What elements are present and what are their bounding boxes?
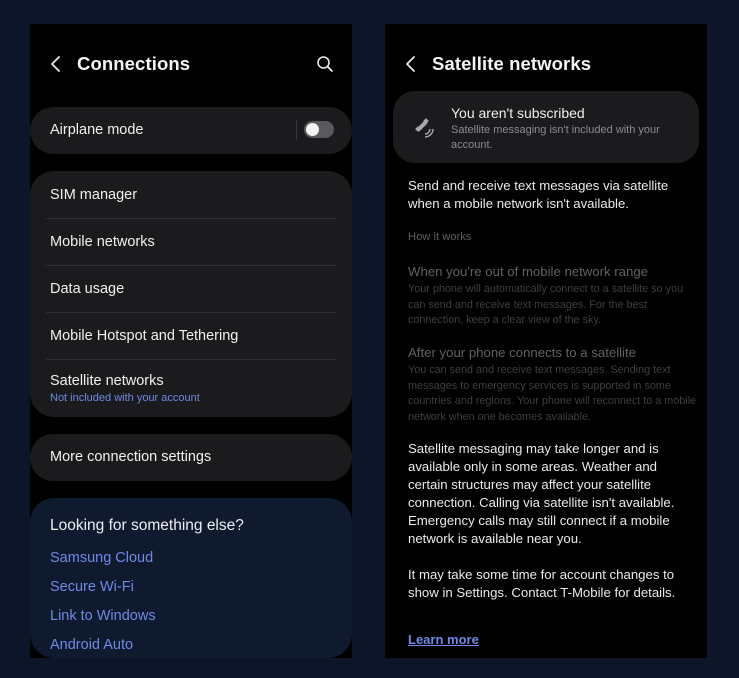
menu-item-satellite-networks[interactable]: Satellite networks Not included with you… [50,373,336,404]
airplane-mode-toggle[interactable] [304,121,334,138]
page-title: Satellite networks [432,53,592,74]
menu-item-hotspot-tethering[interactable]: Mobile Hotspot and Tethering [50,328,336,344]
satellite-networks-screen: Satellite networks You aren't subscribed… [385,24,707,658]
connections-screen: Connections Airplane mode SIM manager Mo… [30,24,352,658]
connections-header: Connections [30,24,352,104]
notice-title: You aren't subscribed [451,105,585,121]
more-connection-settings-label: More connection settings [50,449,212,465]
divider [46,359,336,360]
search-icon[interactable] [316,55,334,73]
satellite-icon [415,118,434,138]
menu-item-mobile-networks[interactable]: Mobile networks [50,234,336,250]
airplane-mode-label: Airplane mode [50,122,144,138]
back-arrow-icon[interactable] [403,54,419,74]
satellite-networks-status: Not included with your account [50,392,200,404]
airplane-mode-card[interactable]: Airplane mode [30,107,352,154]
link-secure-wifi[interactable]: Secure Wi-Fi [50,579,134,595]
account-note-text: It may take some time for account change… [408,567,676,600]
menu-item-sim-manager[interactable]: SIM manager [50,187,336,203]
suggestions-card: Looking for something else? Samsung Clou… [30,498,352,658]
disclaimer-text: Satellite messaging may take longer and … [408,441,675,546]
subscription-notice: You aren't subscribed Satellite messagin… [393,91,699,163]
step-1-title: When you're out of mobile network range [408,264,649,279]
step-1-body: Your phone will automatically connect to… [408,283,684,326]
toggle-divider [296,120,297,140]
link-link-to-windows[interactable]: Link to Windows [50,608,156,624]
step-2-body: You can send and receive text messages. … [408,364,697,423]
link-android-auto[interactable]: Android Auto [50,637,133,653]
menu-item-data-usage[interactable]: Data usage [50,281,336,297]
notice-subtitle: Satellite messaging isn't included with … [451,124,660,151]
how-it-works-label: How it works [408,231,472,243]
network-settings-group: SIM manager Mobile networks Data usage M… [30,171,352,417]
satellite-networks-label: Satellite networks [50,373,164,389]
page-title: Connections [77,53,191,74]
suggestions-title: Looking for something else? [50,517,244,534]
link-samsung-cloud[interactable]: Samsung Cloud [50,550,153,566]
toggle-knob [306,123,319,136]
divider [46,265,336,266]
more-connection-settings-card[interactable]: More connection settings [30,434,352,481]
intro-text: Send and receive text messages via satel… [408,178,669,211]
divider [46,312,336,313]
learn-more-link[interactable]: Learn more [408,632,479,647]
back-arrow-icon[interactable] [48,54,64,74]
step-2-title: After your phone connects to a satellite [408,345,636,360]
divider [46,218,336,219]
